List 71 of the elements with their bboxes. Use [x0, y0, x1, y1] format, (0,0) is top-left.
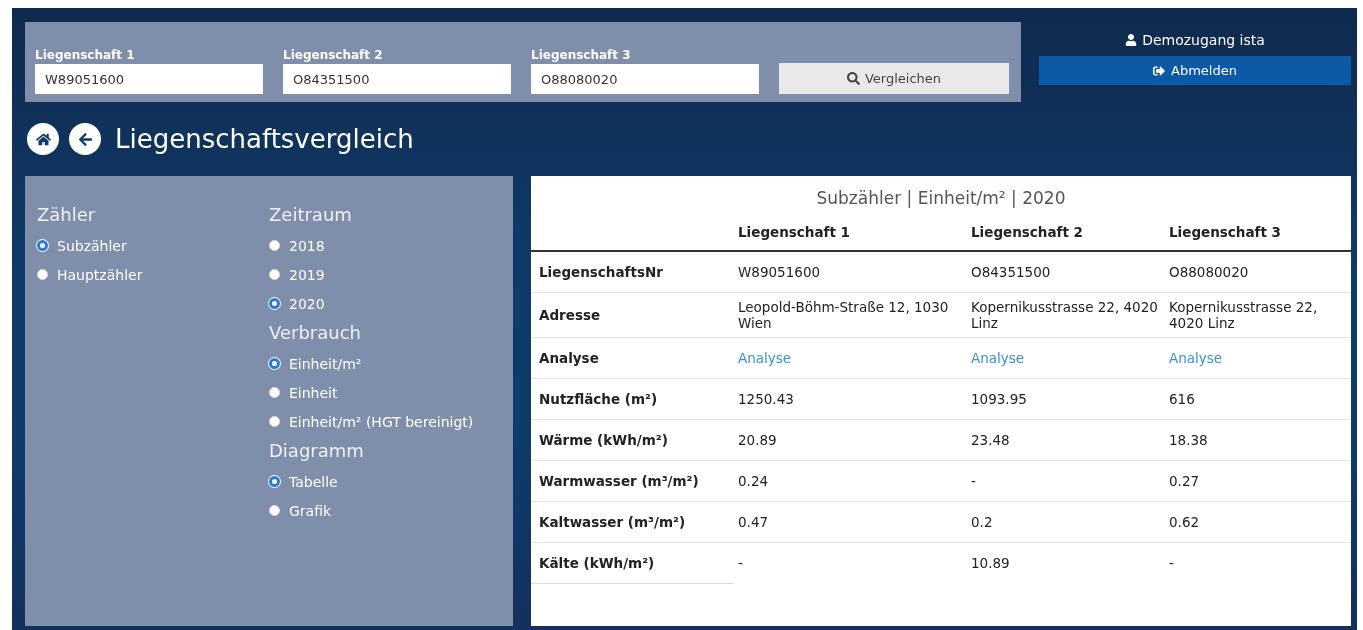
page-title: Liegenschaftsvergleich	[115, 124, 414, 154]
table-cell: W89051600	[738, 264, 821, 280]
user-name: Demozugang ista	[1142, 32, 1265, 48]
logout-icon	[1153, 64, 1166, 77]
option-label: Einheit/m² (HGT bereinigt)	[289, 413, 474, 430]
table-cell: Kopernikusstrasse 22, 4020 Linz	[1169, 299, 1318, 331]
input-field[interactable]: W89051600	[35, 64, 263, 94]
table-cell: -	[971, 473, 976, 489]
table-cell: 20.89	[738, 432, 777, 448]
home-button[interactable]	[27, 123, 59, 155]
table-cell: 23.48	[971, 432, 1010, 448]
option-label: Subzähler	[57, 237, 127, 254]
option-label: Einheit/m²	[289, 355, 362, 372]
user-icon	[1125, 34, 1138, 46]
row-header: Warmwasser (m³/m²)	[539, 473, 699, 489]
search-icon	[846, 72, 860, 85]
group-title: Zeitraum	[269, 204, 353, 225]
radio-button[interactable]	[37, 240, 48, 251]
table-cell: 0.24	[738, 473, 769, 489]
table-cell: 0.47	[738, 514, 769, 530]
radio-button[interactable]	[269, 298, 280, 309]
table-cell: 0.2	[971, 514, 993, 530]
option-label: Tabelle	[289, 473, 338, 490]
row-header: Nutzfläche (m²)	[539, 391, 658, 407]
option-label: Grafik	[289, 502, 332, 519]
compare-button[interactable]: Vergleichen	[779, 63, 1009, 94]
radio-button[interactable]	[269, 476, 280, 487]
home-icon	[35, 131, 51, 147]
row-header: LiegenschaftsNr	[539, 264, 663, 280]
field-label: Liegenschaft 1	[35, 48, 136, 62]
table-cell: 10.89	[971, 555, 1010, 572]
table-cell: Leopold-Böhm-Straße 12, 1030 Wien	[738, 299, 949, 331]
option-label: 2018	[289, 237, 325, 254]
logout-button[interactable]: Abmelden	[1039, 56, 1351, 85]
back-arrow-icon	[77, 131, 93, 147]
column-header: Liegenschaft 2	[971, 224, 1083, 240]
option-label: Hauptzähler	[57, 266, 143, 283]
table-cell: 1093.95	[971, 391, 1027, 407]
row-header: Wärme (kWh/m²)	[539, 432, 668, 448]
table-cell: 616	[1169, 391, 1195, 407]
table-cell: 0.62	[1169, 514, 1200, 530]
row-header: Adresse	[539, 307, 601, 323]
table-cell: O88080020	[1169, 264, 1249, 280]
row-header: Kaltwasser (m³/m²)	[539, 514, 686, 530]
back-button[interactable]	[69, 123, 101, 155]
group-title: Zähler	[37, 204, 97, 225]
group-title: Diagramm	[269, 440, 365, 461]
radio-button[interactable]	[269, 358, 280, 369]
input-field[interactable]: O88080020	[531, 64, 759, 94]
option-label: 2020	[289, 295, 325, 312]
column-header: Liegenschaft 1	[738, 224, 850, 240]
analyse-link[interactable]: Analyse	[1169, 350, 1223, 366]
analyse-link[interactable]: Analyse	[738, 350, 792, 366]
table-cell: -	[738, 555, 743, 572]
table-cell: 1250.43	[738, 391, 794, 407]
input-field[interactable]: O84351500	[283, 64, 511, 94]
row-header: Analyse	[539, 350, 599, 366]
table-cell: -	[1169, 555, 1174, 572]
row-header: Kälte (kWh/m²)	[539, 555, 655, 571]
table-cell: Kopernikusstrasse 22, 4020 Linz	[971, 299, 1158, 331]
group-title: Verbrauch	[269, 322, 362, 343]
column-header: Liegenschaft 3	[1169, 224, 1281, 240]
table-cell: O84351500	[971, 264, 1051, 280]
table-cell: 0.27	[1169, 473, 1200, 489]
option-label: 2019	[289, 266, 325, 283]
table-caption: Subzähler | Einheit/m² | 2020	[815, 187, 1067, 210]
analyse-link[interactable]: Analyse	[971, 350, 1025, 366]
option-label: Einheit	[289, 384, 338, 401]
field-label: Liegenschaft 2	[283, 48, 384, 62]
table-cell: 18.38	[1169, 432, 1208, 448]
field-label: Liegenschaft 3	[531, 48, 632, 62]
